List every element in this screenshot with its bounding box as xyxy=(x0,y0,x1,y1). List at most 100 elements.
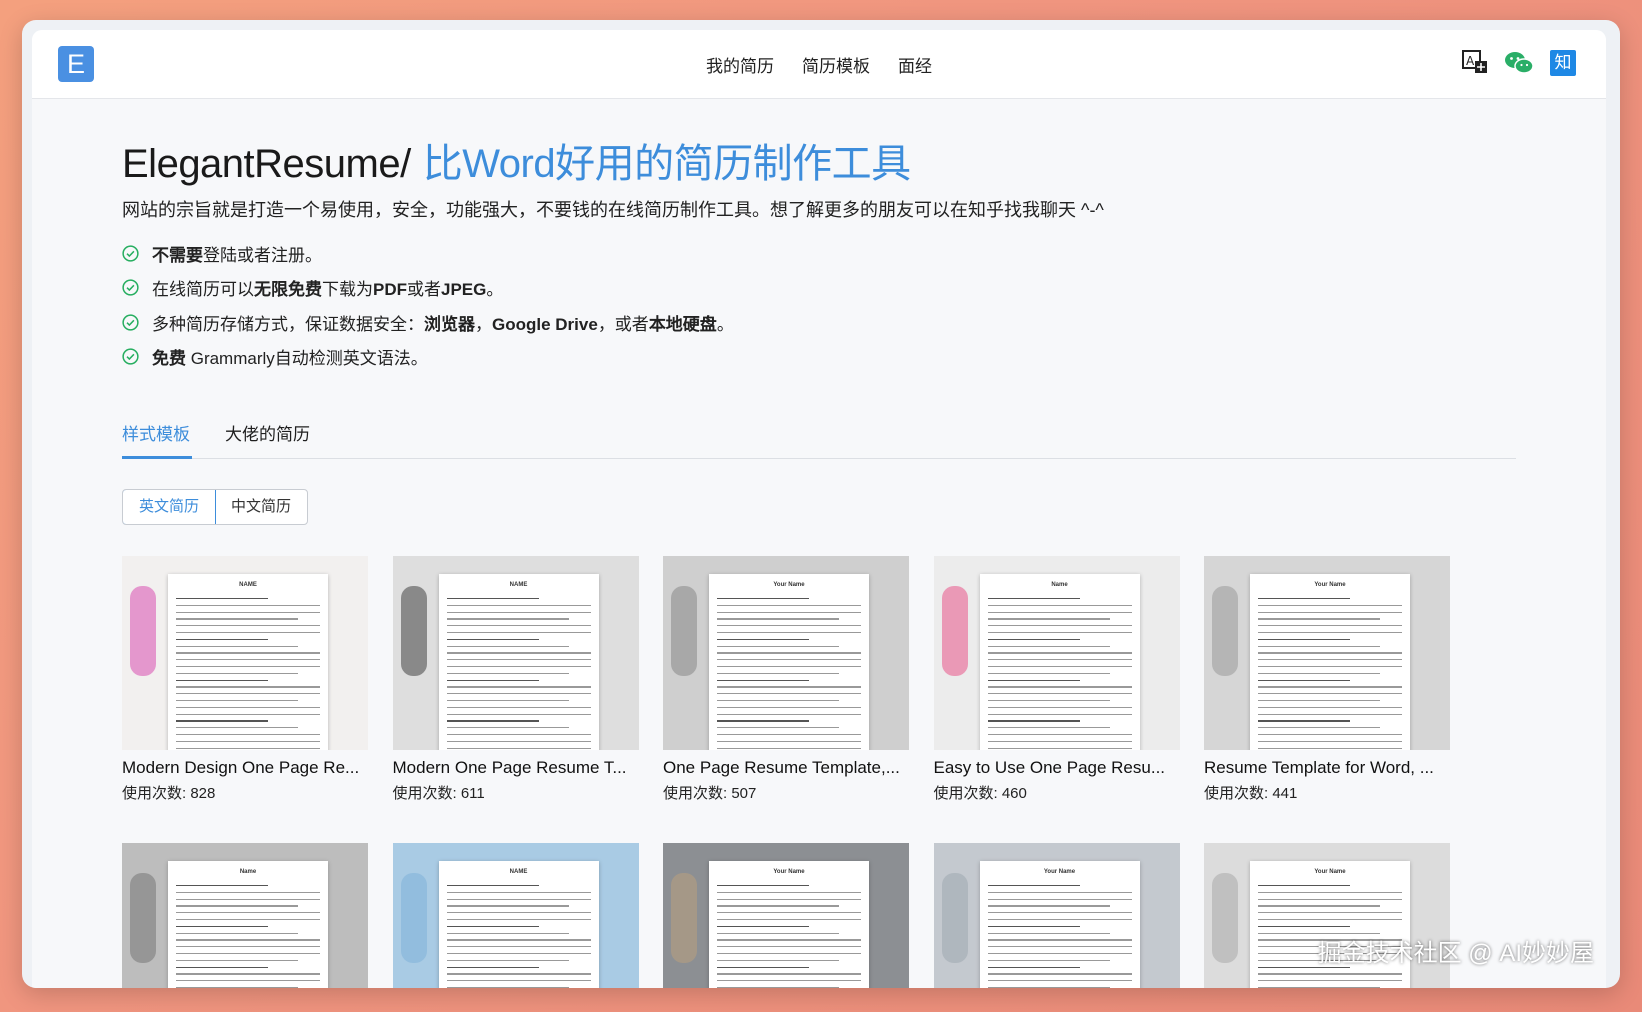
paper-text-line xyxy=(717,720,809,722)
feature-text-part: JPEG xyxy=(441,280,487,300)
feature-text-part: 无限免费 xyxy=(254,280,322,300)
paper-text-line xyxy=(176,898,320,900)
paper-text-line xyxy=(1258,693,1402,695)
paper-text-line xyxy=(987,618,1110,620)
paper-text-line xyxy=(1258,740,1402,742)
segment-english[interactable]: 英文简历 xyxy=(123,490,217,524)
paper-name-heading: Your Name xyxy=(1314,869,1346,875)
translate-icon[interactable]: A xyxy=(1460,48,1490,78)
template-card[interactable]: Name Easy to Use One Page Resu... 使用次数: 46… xyxy=(933,556,1180,803)
paper-text-line xyxy=(987,946,1132,948)
wechat-icon[interactable] xyxy=(1504,48,1534,78)
paper-text-line xyxy=(717,925,809,927)
template-thumbnail[interactable]: NAME xyxy=(122,556,368,750)
tab-style-templates[interactable]: 样式模板 xyxy=(122,420,190,445)
feature-text-part: 。 xyxy=(716,314,734,334)
paper-text-line xyxy=(987,747,1132,749)
paper-text-line xyxy=(1258,706,1402,708)
paper-text-line xyxy=(446,939,591,941)
paper-text-line xyxy=(717,598,809,600)
template-thumbnail[interactable]: Name xyxy=(122,843,368,988)
paper-text-line xyxy=(446,645,569,647)
zhihu-icon[interactable]: 知 xyxy=(1548,48,1578,78)
template-thumbnail[interactable]: Your Name xyxy=(1204,556,1450,750)
paper-text-line xyxy=(446,598,539,600)
template-card[interactable]: Your Name xyxy=(663,843,909,988)
segment-chinese[interactable]: 中文简历 xyxy=(215,490,307,524)
paper-text-line xyxy=(987,932,1110,934)
nav-resume-templates[interactable]: 简历模板 xyxy=(802,52,870,77)
paper-text-line xyxy=(1258,632,1402,634)
paper-text-line xyxy=(446,973,591,975)
template-thumbnail[interactable]: Name xyxy=(933,556,1180,750)
template-name[interactable]: Modern One Page Resume T... xyxy=(393,758,639,778)
paper-text-line xyxy=(717,618,839,620)
paper-text-line xyxy=(717,891,861,893)
nav-interview[interactable]: 面经 xyxy=(898,52,932,77)
template-thumbnail[interactable]: Your Name xyxy=(933,843,1180,988)
paper-text-line xyxy=(176,885,268,887)
paper-text-line xyxy=(717,885,809,887)
resume-paper-preview: NAME xyxy=(438,861,599,988)
template-name[interactable]: Easy to Use One Page Resu... xyxy=(934,758,1180,778)
nav-my-resumes[interactable]: 我的简历 xyxy=(706,52,774,77)
header-icons: A 知 xyxy=(1460,48,1578,78)
paper-text-line xyxy=(987,679,1080,681)
paper-text-line xyxy=(987,706,1132,708)
paper-text-line xyxy=(717,672,839,674)
template-name[interactable]: Modern Design One Page Re... xyxy=(122,758,368,778)
template-card[interactable]: NAME Modern Design One Page Re... 使用次数: 82… xyxy=(122,556,368,803)
template-card[interactable]: Your Name One Page Resume Template,... 使用次… xyxy=(663,556,909,803)
paper-text-line xyxy=(176,652,320,654)
paper-text-line xyxy=(717,987,839,988)
template-thumbnail[interactable]: NAME xyxy=(392,843,639,988)
paper-text-line xyxy=(446,720,539,722)
template-thumbnail[interactable]: Your Name xyxy=(663,843,909,988)
paper-text-line xyxy=(1258,679,1350,681)
paper-text-line xyxy=(1258,720,1350,722)
paper-text-line xyxy=(987,625,1132,627)
paper-text-line xyxy=(176,645,298,647)
paper-text-line xyxy=(987,740,1132,742)
paper-text-line xyxy=(446,740,591,742)
thumbnail-decoration xyxy=(130,586,156,676)
paper-text-line xyxy=(446,727,569,729)
check-circle-icon xyxy=(122,314,139,331)
template-card[interactable]: Your Name xyxy=(933,843,1180,988)
paper-text-line xyxy=(1258,666,1402,668)
title-main: ElegantResume/ xyxy=(122,142,411,186)
paper-text-line xyxy=(446,959,569,961)
paper-text-line xyxy=(1258,891,1402,893)
paper-text-line xyxy=(987,604,1132,606)
template-card[interactable]: NAME Modern One Page Resume T... 使用次数: 611 xyxy=(392,556,639,803)
paper-text-line xyxy=(1258,604,1402,606)
paper-text-line xyxy=(987,898,1132,900)
template-name[interactable]: One Page Resume Template,... xyxy=(663,758,909,778)
template-card[interactable]: Your Name Resume Template for Word, ... 使用… xyxy=(1204,556,1450,803)
template-thumbnail[interactable]: Your Name xyxy=(663,556,909,750)
paper-text-line xyxy=(717,912,861,914)
thumbnail-decoration xyxy=(1212,873,1238,963)
paper-text-line xyxy=(987,652,1132,654)
paper-text-line xyxy=(987,925,1080,927)
paper-text-line xyxy=(987,611,1132,613)
tab-expert-resumes[interactable]: 大佬的简历 xyxy=(225,420,310,445)
check-circle-icon xyxy=(122,245,139,262)
paper-text-line xyxy=(176,604,320,606)
resume-paper-preview: Name xyxy=(168,861,328,988)
paper-text-line xyxy=(717,652,861,654)
template-thumbnail[interactable]: NAME xyxy=(392,556,639,750)
paper-text-line xyxy=(987,638,1080,640)
feature-text-part: 在线简历可以 xyxy=(152,280,254,300)
template-card[interactable]: Name xyxy=(122,843,368,988)
svg-text:A: A xyxy=(1466,54,1475,68)
paper-text-line xyxy=(446,706,591,708)
paper-text-line xyxy=(176,700,298,702)
resume-paper-preview: Your Name xyxy=(709,861,869,988)
paper-text-line xyxy=(446,625,591,627)
paper-text-line xyxy=(176,925,268,927)
template-name[interactable]: Resume Template for Word, ... xyxy=(1204,758,1450,778)
paper-text-line xyxy=(176,720,268,722)
paper-text-line xyxy=(1258,645,1380,647)
template-card[interactable]: NAME xyxy=(392,843,639,988)
